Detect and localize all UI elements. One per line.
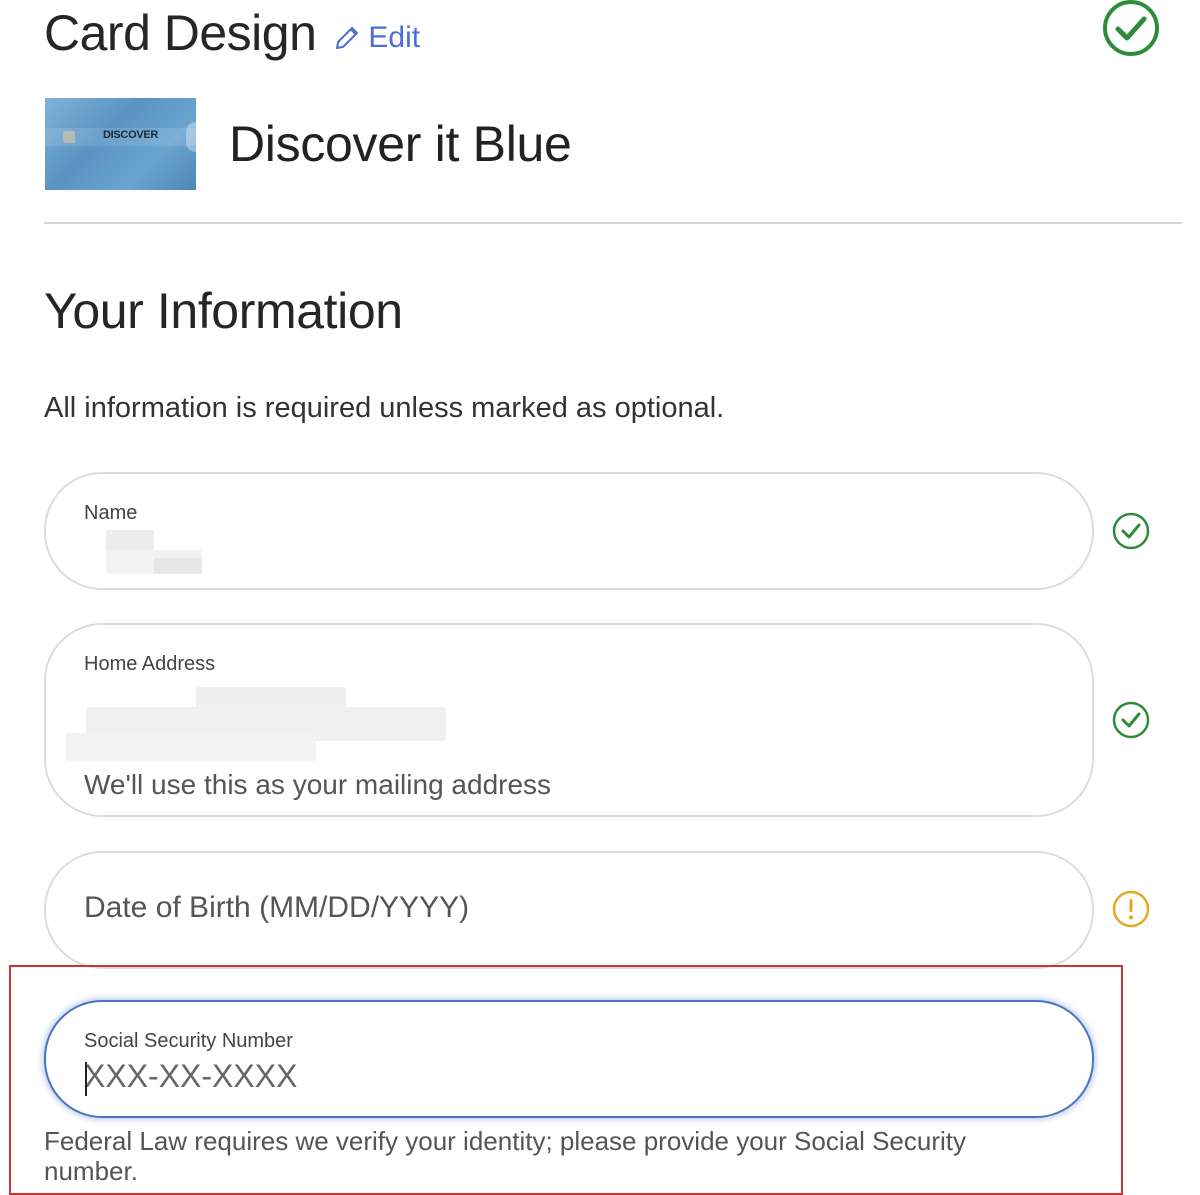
address-redacted-value <box>196 687 346 709</box>
name-redacted-value <box>106 530 154 550</box>
name-valid-check-icon <box>1112 512 1150 550</box>
ssn-label: Social Security Number <box>84 1030 293 1052</box>
home-address-field[interactable]: Home Address We'll use this as your mail… <box>44 623 1094 817</box>
ssn-input[interactable] <box>84 1058 984 1095</box>
name-label: Name <box>84 502 138 524</box>
section-divider <box>44 222 1182 224</box>
edit-card-design-link[interactable]: Edit <box>332 21 420 55</box>
name-field[interactable]: Name <box>44 472 1094 590</box>
home-address-hint: We'll use this as your mailing address <box>84 769 552 800</box>
dob-placeholder: Date of Birth (MM/DD/YYYY) <box>84 891 470 924</box>
card-name: Discover it Blue <box>229 116 572 172</box>
card-image: DISCOVER <box>45 98 196 190</box>
address-valid-check-icon <box>1112 701 1150 739</box>
required-note: All information is required unless marke… <box>44 392 725 424</box>
address-redacted-value-3 <box>66 733 316 761</box>
text-caret <box>85 1062 87 1096</box>
selected-card: DISCOVER Discover it Blue <box>45 98 572 190</box>
pencil-icon <box>336 27 359 49</box>
name-redacted-value-3 <box>154 558 202 574</box>
ssn-field[interactable]: Social Security Number <box>44 1000 1094 1118</box>
dob-warning-icon <box>1112 890 1150 928</box>
ssn-legal-notice: Federal Law requires we verify your iden… <box>44 1126 966 1186</box>
card-brand-text: DISCOVER <box>103 129 159 141</box>
section-complete-check-icon <box>1103 0 1159 56</box>
your-information-title: Your Information <box>44 283 403 339</box>
card-design-header: Card Design Edit <box>44 0 420 66</box>
dob-field[interactable]: Date of Birth (MM/DD/YYYY) <box>44 851 1094 969</box>
card-design-title: Card Design <box>44 5 317 61</box>
edit-label: Edit <box>368 21 421 54</box>
home-address-label: Home Address <box>84 653 216 675</box>
